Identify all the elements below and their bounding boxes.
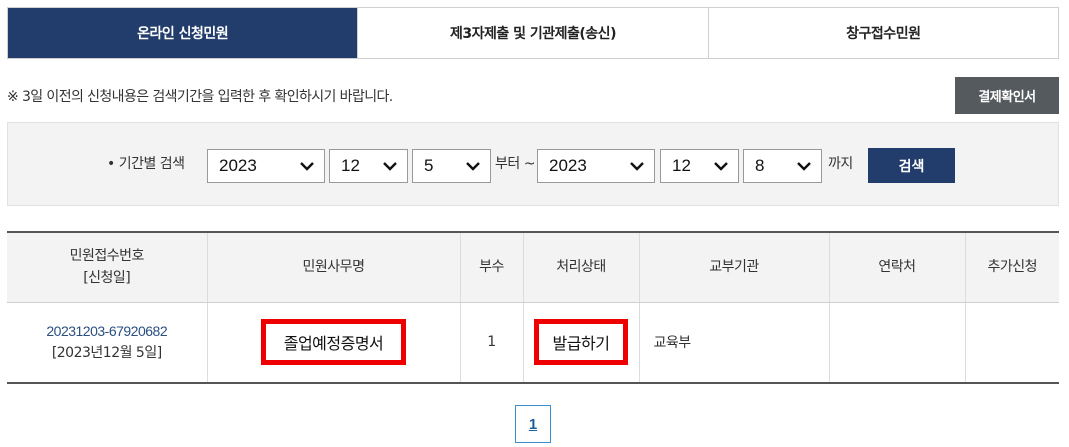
- cell-service-name: 졸업예정증명서: [206, 302, 460, 384]
- search-button[interactable]: 검색: [868, 148, 955, 183]
- header-receipt-number-label: 민원접수번호: [69, 248, 145, 265]
- header-contact: 연락처: [828, 231, 965, 303]
- application-table: 민원접수번호 [신청일] 민원사무명 부수 처리상태 교부기관 연락처 추가신청…: [7, 231, 1059, 384]
- table-header-row: 민원접수번호 [신청일] 민원사무명 부수 처리상태 교부기관 연락처 추가신청: [7, 231, 1059, 303]
- tab-bar: 온라인 신청민원 제3자제출 및 기관제출(송신) 창구접수민원: [7, 7, 1059, 59]
- pagination-page-1[interactable]: 1: [515, 405, 551, 443]
- header-issuing-agency: 교부기관: [638, 231, 829, 303]
- receipt-number-link[interactable]: 20231203-67920682: [7, 320, 207, 342]
- header-extra-request: 추가신청: [964, 231, 1059, 303]
- header-receipt-date-label: [신청일]: [83, 270, 131, 287]
- from-day-select[interactable]: 5: [412, 149, 491, 183]
- search-period-notice: ※ 3일 이전의 신청내용은 검색기간을 입력한 후 확인하시기 바랍니다.: [7, 89, 393, 105]
- from-day-value: 5: [424, 156, 434, 175]
- service-name-highlight: 졸업예정증명서: [260, 319, 407, 366]
- from-year-select[interactable]: 2023: [207, 149, 325, 183]
- header-status: 처리상태: [522, 231, 639, 303]
- chevron-down-icon: [630, 162, 644, 171]
- chevron-down-icon: [797, 162, 811, 171]
- to-month-value: 12: [672, 156, 691, 175]
- from-year-value: 2023: [219, 156, 257, 175]
- issue-button[interactable]: 발급하기: [533, 319, 629, 366]
- tab-online-applications[interactable]: 온라인 신청민원: [8, 8, 358, 58]
- header-receipt-number: 민원접수번호 [신청일]: [7, 231, 207, 303]
- period-search-panel: • 기간별 검색 2023 12 5 부터 ~ 2023 12 8 까지 검색: [7, 122, 1059, 206]
- from-month-value: 12: [341, 156, 360, 175]
- to-month-select[interactable]: 12: [660, 149, 739, 183]
- chevron-down-icon: [714, 162, 728, 171]
- cell-receipt-number: 20231203-67920682 [2023년12월 5일]: [7, 302, 207, 384]
- cell-issuing-agency: 교육부: [638, 302, 829, 384]
- to-suffix-text: 까지: [828, 156, 853, 172]
- cell-extra-request: [964, 302, 1059, 384]
- from-month-select[interactable]: 12: [329, 149, 408, 183]
- cell-copies: 1: [459, 302, 523, 384]
- to-year-value: 2023: [549, 156, 587, 175]
- to-day-value: 8: [755, 156, 765, 175]
- cell-status: 발급하기: [522, 302, 639, 384]
- chevron-down-icon: [466, 162, 480, 171]
- period-search-label: • 기간별 검색: [107, 156, 185, 172]
- header-service-name: 민원사무명: [206, 231, 460, 303]
- header-copies: 부수: [459, 231, 523, 303]
- to-day-select[interactable]: 8: [743, 149, 822, 183]
- receipt-date: [2023년12월 5일]: [51, 345, 162, 362]
- from-suffix-text: 부터 ~: [495, 156, 535, 172]
- cell-contact: [828, 302, 965, 384]
- payment-receipt-button[interactable]: 결제확인서: [955, 77, 1059, 114]
- to-year-select[interactable]: 2023: [537, 149, 655, 183]
- chevron-down-icon: [300, 162, 314, 171]
- table-row: 20231203-67920682 [2023년12월 5일] 졸업예정증명서 …: [7, 302, 1059, 384]
- chevron-down-icon: [383, 162, 397, 171]
- tab-third-party-submission[interactable]: 제3자제출 및 기관제출(송신): [357, 8, 708, 58]
- tab-counter-applications[interactable]: 창구접수민원: [707, 8, 1058, 58]
